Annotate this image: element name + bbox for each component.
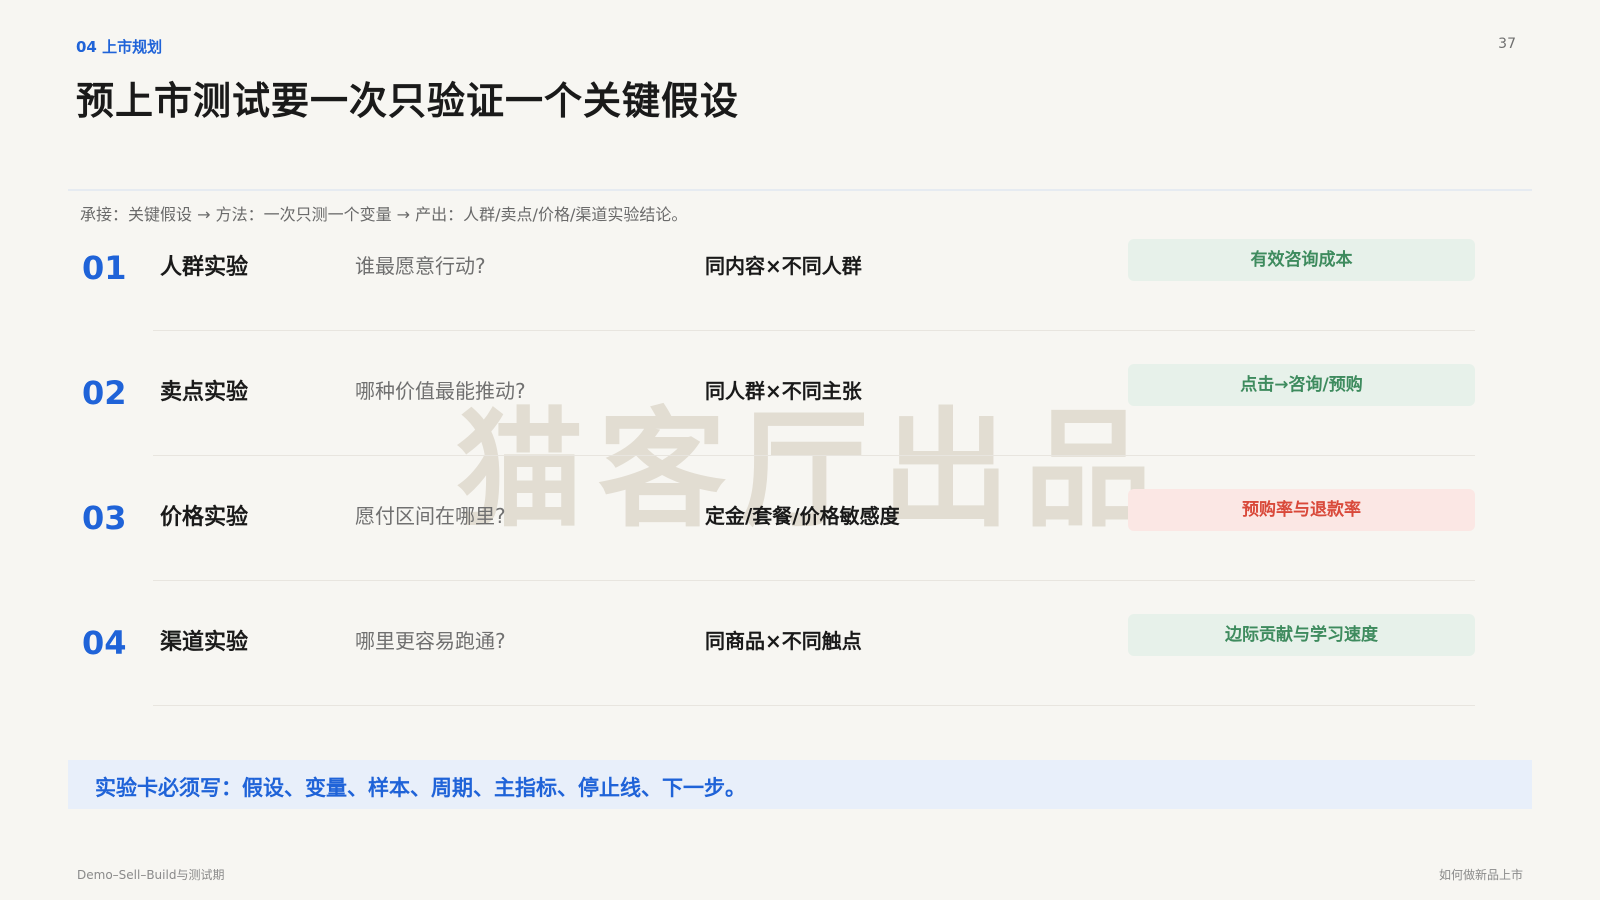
experiment-name: 渠道实验 — [160, 630, 249, 655]
experiment-number: 01 — [82, 249, 127, 287]
experiment-method: 定金/套餐/价格敏感度 — [705, 504, 900, 528]
row-divider — [153, 580, 1475, 581]
experiment-name: 人群实验 — [160, 255, 249, 280]
experiment-row-03: 03 价格实验 愿付区间在哪里? 定金/套餐/价格敏感度 预购率与退款率 — [0, 489, 1600, 614]
experiment-question: 谁最愿意行动? — [355, 254, 486, 278]
row-divider — [153, 705, 1475, 706]
experiment-metric-badge: 预购率与退款率 — [1128, 489, 1475, 531]
experiment-method: 同内容×不同人群 — [705, 254, 862, 278]
experiment-method: 同商品×不同触点 — [705, 629, 862, 653]
experiment-metric-badge: 有效咨询成本 — [1128, 239, 1475, 281]
experiment-row-04: 04 渠道实验 哪里更容易跑通? 同商品×不同触点 边际贡献与学习速度 — [0, 614, 1600, 739]
experiment-question: 愿付区间在哪里? — [355, 504, 506, 528]
experiment-name: 卖点实验 — [160, 380, 249, 405]
experiment-method: 同人群×不同主张 — [705, 379, 862, 403]
experiment-question: 哪里更容易跑通? — [355, 629, 506, 653]
experiment-metric-badge: 边际贡献与学习速度 — [1128, 614, 1475, 656]
experiment-metric-badge: 点击→咨询/预购 — [1128, 364, 1475, 406]
experiment-row-02: 02 卖点实验 哪种价值最能推动? 同人群×不同主张 点击→咨询/预购 — [0, 364, 1600, 489]
experiment-row-01: 01 人群实验 谁最愿意行动? 同内容×不同人群 有效咨询成本 — [0, 239, 1600, 364]
row-divider — [153, 330, 1475, 331]
experiment-name: 价格实验 — [160, 505, 249, 530]
experiment-number: 04 — [82, 624, 127, 662]
experiment-number: 02 — [82, 374, 127, 412]
experiment-number: 03 — [82, 499, 127, 537]
callout-box: 实验卡必须写：假设、变量、样本、周期、主指标、停止线、下一步。 — [68, 760, 1532, 809]
callout-text: 实验卡必须写：假设、变量、样本、周期、主指标、停止线、下一步。 — [95, 776, 746, 800]
experiment-question: 哪种价值最能推动? — [355, 379, 526, 403]
row-divider — [153, 455, 1475, 456]
